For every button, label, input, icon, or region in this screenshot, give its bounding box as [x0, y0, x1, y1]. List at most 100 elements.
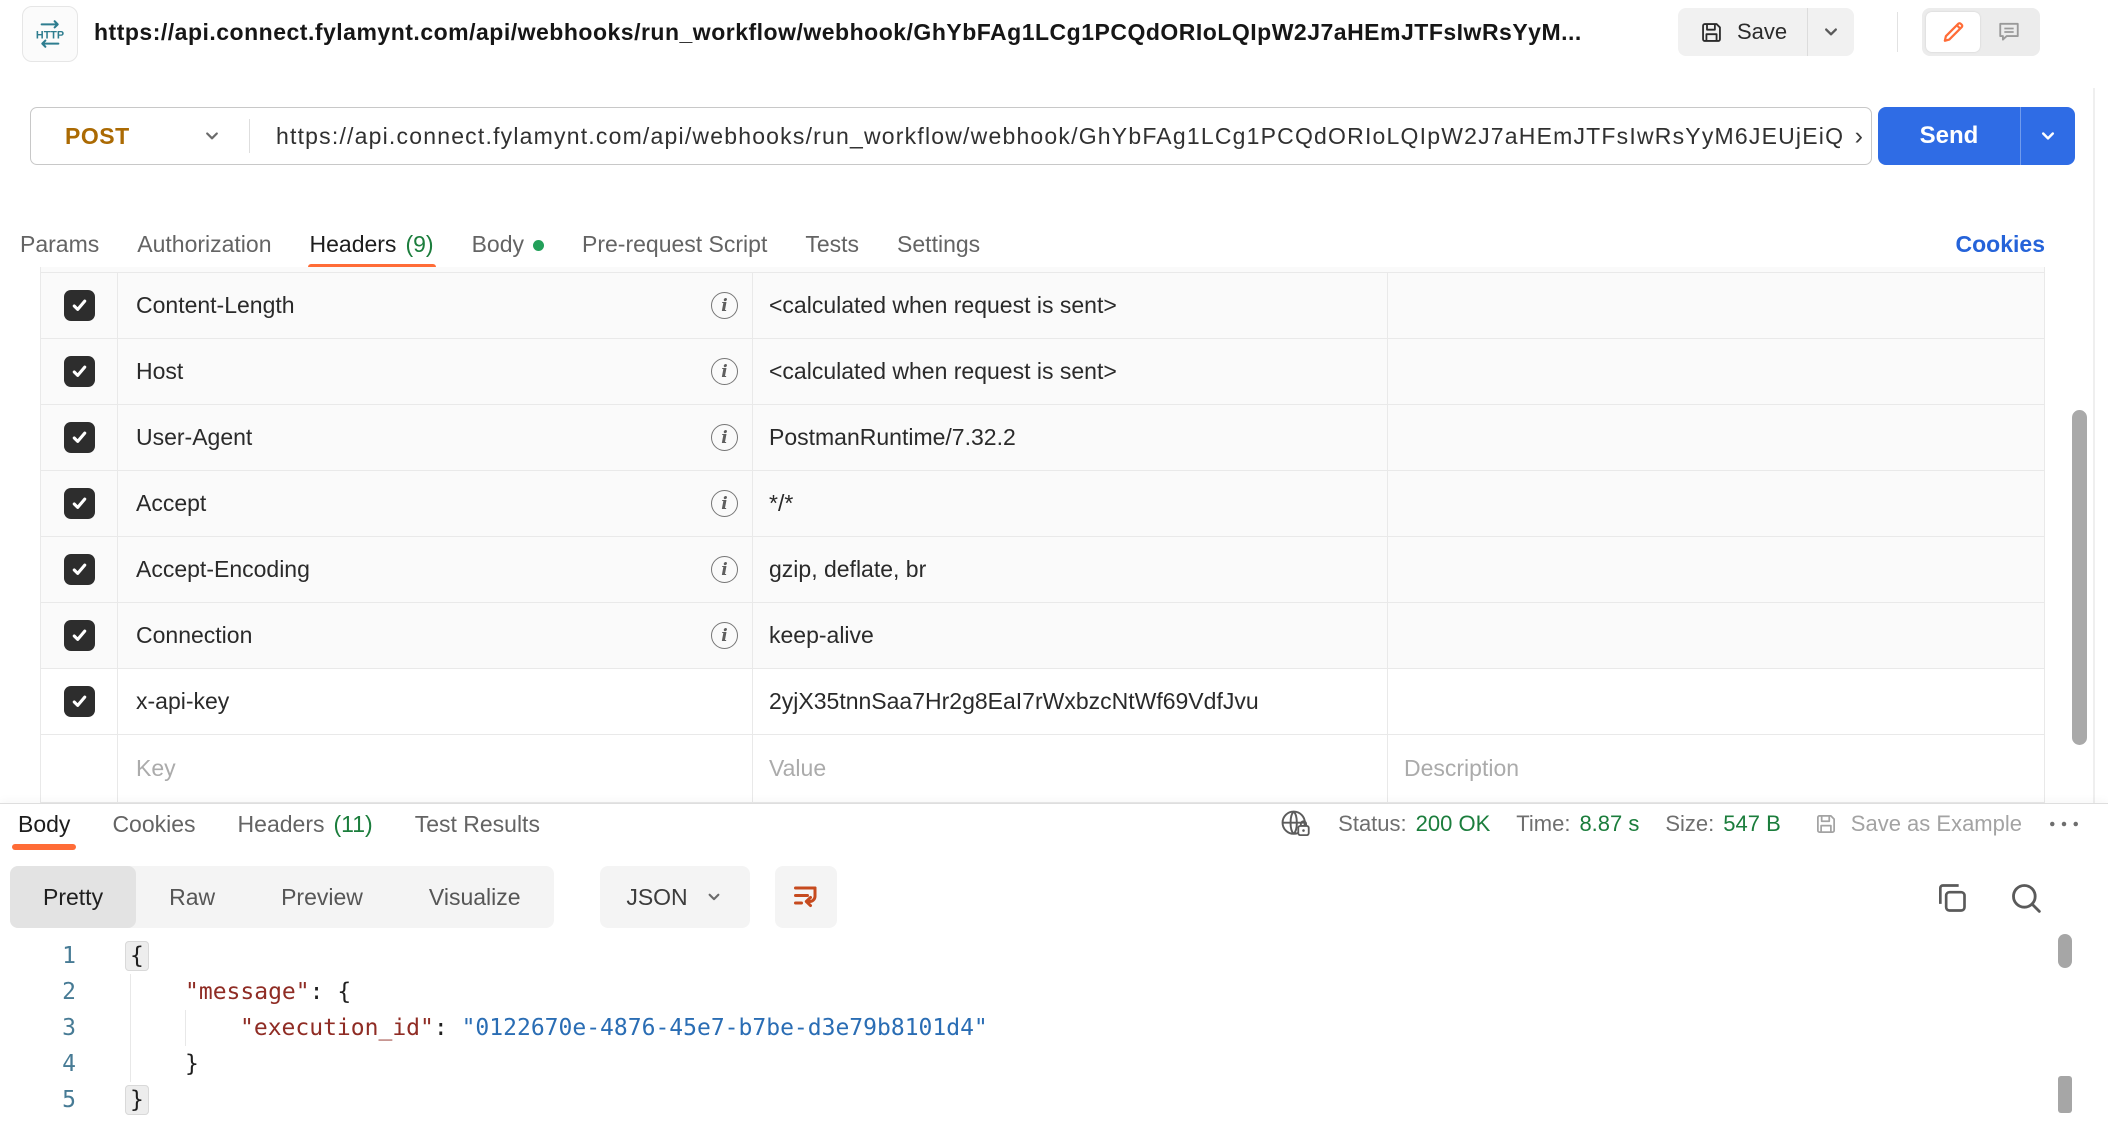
row-checkbox[interactable] [64, 290, 95, 321]
code-token: "execution_id" [240, 1015, 434, 1041]
comment-button[interactable] [1982, 12, 2036, 52]
code-line: 1 { [0, 938, 2028, 974]
info-icon[interactable]: i [711, 622, 738, 649]
url-input[interactable]: https://api.connect.fylamynt.com/api/web… [250, 108, 1871, 164]
edit-mode-button[interactable] [1926, 12, 1980, 52]
tab-cookies[interactable]: Cookies [112, 811, 195, 838]
checkbox-cell [40, 471, 118, 536]
beautify-button[interactable] [775, 866, 837, 928]
status-label: Status: [1338, 811, 1406, 837]
code-line: 2 "message": { [0, 974, 2028, 1010]
response-panel: Body Cookies Headers (11) Test Results [0, 803, 2108, 1139]
header-key: Accept [136, 490, 206, 517]
svg-text:HTTP: HTTP [36, 30, 64, 42]
description-cell[interactable] [1388, 405, 2045, 470]
tab-raw[interactable]: Raw [136, 866, 248, 928]
checkbox-cell [40, 537, 118, 602]
header-value: <calculated when request is sent> [769, 358, 1117, 385]
url-overflow-indicator: › [1852, 108, 1863, 164]
value-cell[interactable]: keep-alive [753, 603, 1388, 668]
code-token: } [125, 1085, 149, 1115]
tab-tests[interactable]: Tests [805, 231, 859, 258]
tab-settings[interactable]: Settings [897, 231, 980, 258]
tab-label: Raw [169, 884, 215, 911]
key-cell[interactable]: Accept-Encoding i [118, 537, 753, 602]
tab-authorization[interactable]: Authorization [137, 231, 271, 258]
indent-guide [130, 974, 185, 1010]
tab-headers[interactable]: Headers (9) [310, 231, 434, 258]
code-token: "message" [185, 979, 310, 1005]
send-options-button[interactable] [2021, 107, 2075, 165]
save-label: Save [1737, 19, 1787, 45]
tab-preview[interactable]: Preview [248, 866, 396, 928]
value-cell[interactable]: Value [753, 735, 1388, 802]
save-button[interactable]: Save [1678, 8, 1807, 56]
key-cell[interactable]: User-Agent i [118, 405, 753, 470]
row-checkbox[interactable] [64, 686, 95, 717]
indent-guide [185, 1010, 240, 1046]
tab-test-results[interactable]: Test Results [415, 811, 540, 838]
value-cell[interactable]: */* [753, 471, 1388, 536]
info-icon[interactable]: i [711, 292, 738, 319]
value-cell[interactable]: gzip, deflate, br [753, 537, 1388, 602]
tab-pretty[interactable]: Pretty [10, 866, 136, 928]
value-cell[interactable]: 2yjX35tnnSaa7Hr2g8EaI7rWxbzcNtWf69VdfJvu [753, 669, 1388, 734]
search-icon[interactable] [2002, 874, 2050, 922]
description-cell[interactable] [1388, 273, 2045, 338]
description-cell[interactable] [1388, 669, 2045, 734]
info-icon[interactable]: i [711, 424, 738, 451]
key-cell[interactable]: Connection i [118, 603, 753, 668]
row-checkbox[interactable] [64, 620, 95, 651]
key-cell[interactable]: Host i [118, 339, 753, 404]
description-cell[interactable] [1388, 339, 2045, 404]
time-value: 8.87 s [1579, 811, 1639, 837]
more-actions-icon[interactable] [2048, 819, 2080, 829]
header-value: 2yjX35tnnSaa7Hr2g8EaI7rWxbzcNtWf69VdfJvu [769, 688, 1259, 715]
key-cell[interactable]: Accept i [118, 471, 753, 536]
response-scrollbar-thumb[interactable] [2058, 934, 2072, 968]
network-globe-icon[interactable] [1278, 807, 1312, 841]
copy-icon[interactable] [1928, 874, 1976, 922]
table-scrollbar-thumb[interactable] [2072, 410, 2087, 745]
row-checkbox[interactable] [64, 356, 95, 387]
value-cell[interactable]: <calculated when request is sent> [753, 273, 1388, 338]
key-cell[interactable]: x-api-key [118, 669, 753, 734]
size-value: 547 B [1723, 811, 1781, 837]
row-checkbox[interactable] [64, 422, 95, 453]
description-cell[interactable]: Description [1388, 735, 2045, 802]
format-select-value: JSON [626, 884, 687, 911]
value-cell[interactable]: PostmanRuntime/7.32.2 [753, 405, 1388, 470]
code-line: 4 } [0, 1046, 2028, 1082]
description-cell[interactable] [1388, 603, 2045, 668]
info-icon[interactable]: i [711, 556, 738, 583]
value-cell[interactable]: <calculated when request is sent> [753, 339, 1388, 404]
description-cell[interactable] [1388, 471, 2045, 536]
tab-params[interactable]: Params [20, 231, 99, 258]
tab-label: Headers [310, 231, 397, 258]
tab-body[interactable]: Body [472, 231, 544, 258]
key-cell[interactable]: Content-Length i [118, 273, 753, 338]
status-value: 200 OK [1416, 811, 1491, 837]
description-cell[interactable] [1388, 537, 2045, 602]
line-number: 1 [0, 938, 90, 974]
format-select[interactable]: JSON [600, 866, 750, 928]
info-icon[interactable]: i [711, 490, 738, 517]
tab-headers[interactable]: Headers (11) [238, 811, 373, 838]
response-tabs: Body Cookies Headers (11) Test Results [18, 804, 540, 844]
row-checkbox[interactable] [64, 554, 95, 585]
tab-pre-request-script[interactable]: Pre-request Script [582, 231, 767, 258]
row-checkbox[interactable] [64, 488, 95, 519]
save-options-button[interactable] [1808, 8, 1854, 56]
tab-count: (11) [333, 811, 372, 838]
tab-visualize[interactable]: Visualize [396, 866, 554, 928]
cookies-link[interactable]: Cookies [1956, 224, 2045, 264]
send-button[interactable]: Send [1878, 107, 2020, 165]
save-as-example-button[interactable]: Save as Example [1813, 811, 2022, 837]
response-body-editor[interactable]: 1 { 2 "message": { 3 "execution_id": "01… [0, 938, 2028, 1139]
send-button-group: Send [1878, 107, 2075, 165]
info-icon[interactable]: i [711, 358, 738, 385]
tab-body[interactable]: Body [18, 811, 70, 838]
key-cell[interactable]: Key [118, 735, 753, 802]
description-placeholder: Description [1388, 755, 1519, 782]
method-select[interactable]: POST [31, 123, 249, 150]
